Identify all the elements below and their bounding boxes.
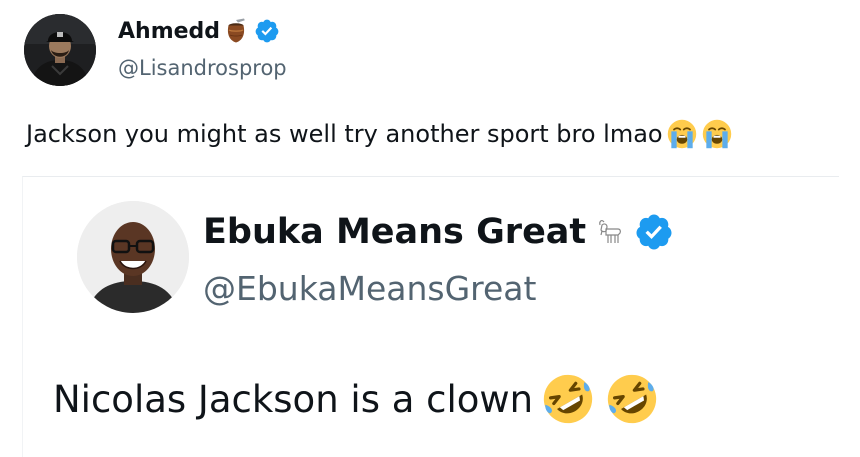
avatar-image bbox=[77, 201, 189, 313]
loudly-crying-face-emoji bbox=[702, 119, 731, 149]
author-handle[interactable]: @Lisandrosprop bbox=[118, 56, 287, 80]
quoted-author-handle[interactable]: @EbukaMeansGreat bbox=[203, 269, 536, 308]
quoted-author-name-row: Ebuka Means Great bbox=[203, 207, 674, 257]
verified-badge-icon[interactable] bbox=[254, 18, 280, 44]
tweet: Ahmedd @Lisandrosprop Jackson you might … bbox=[0, 0, 860, 172]
goat-icon bbox=[599, 219, 622, 243]
tweet-screenshot: Ahmedd @Lisandrosprop Jackson you might … bbox=[0, 0, 860, 457]
quoted-tweet-text: Nicolas Jackson is a clown bbox=[53, 377, 534, 421]
verified-badge-icon[interactable] bbox=[634, 212, 674, 252]
mate-gourd-icon bbox=[227, 18, 245, 43]
tweet-text-row: Jackson you might as well try another sp… bbox=[26, 117, 733, 151]
avatar-image bbox=[24, 14, 96, 86]
quoted-tweet-text-row: Nicolas Jackson is a clown bbox=[53, 371, 661, 427]
quoted-author-name[interactable]: Ebuka Means Great bbox=[203, 212, 586, 252]
quoted-author-avatar[interactable] bbox=[77, 201, 189, 313]
rolling-on-floor-laughing-emoji bbox=[607, 374, 657, 424]
loudly-crying-face-emoji bbox=[667, 119, 696, 149]
tweet-text: Jackson you might as well try another sp… bbox=[26, 120, 663, 148]
quoted-tweet[interactable]: Ebuka Means Great @EbukaMeansGreat Nicol… bbox=[22, 176, 839, 457]
rolling-on-floor-laughing-emoji bbox=[543, 374, 593, 424]
author-avatar[interactable] bbox=[24, 14, 96, 86]
author-name[interactable]: Ahmedd bbox=[118, 19, 220, 44]
author-name-row: Ahmedd bbox=[118, 14, 280, 48]
